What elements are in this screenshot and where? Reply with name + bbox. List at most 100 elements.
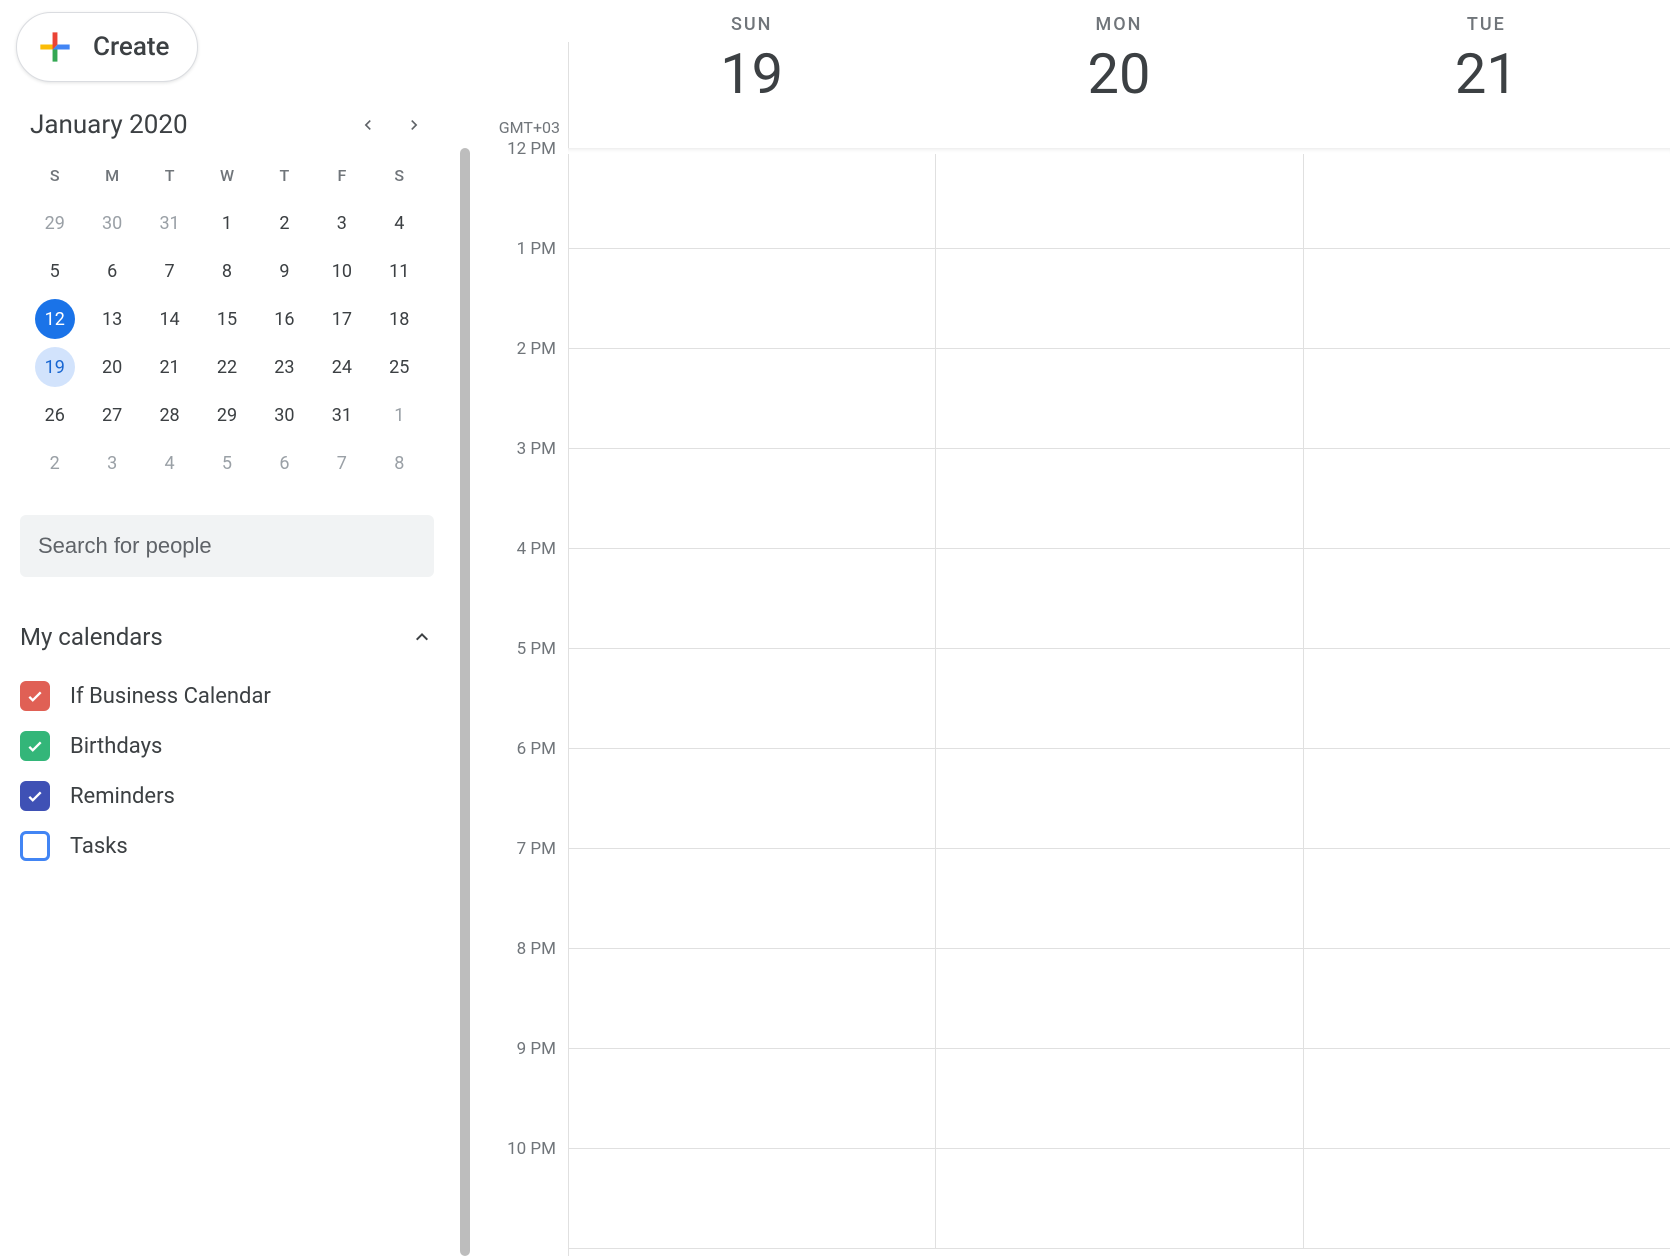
grid-cell[interactable]: [568, 749, 935, 848]
mini-cal-day[interactable]: 20: [83, 343, 140, 391]
grid-cell[interactable]: [568, 349, 935, 448]
grid-cell[interactable]: [1303, 1149, 1670, 1248]
grid-cell[interactable]: [935, 1049, 1302, 1148]
hour-row[interactable]: 9 PM: [568, 1049, 1670, 1149]
mini-cal-day[interactable]: 12: [26, 295, 83, 343]
grid-cell[interactable]: [935, 1149, 1302, 1248]
mini-cal-day[interactable]: 31: [313, 391, 370, 439]
next-month-button[interactable]: [400, 111, 428, 139]
grid-cell[interactable]: [1303, 1049, 1670, 1148]
mini-cal-day[interactable]: 25: [371, 343, 428, 391]
calendar-checkbox[interactable]: [20, 681, 50, 711]
grid-cell[interactable]: [935, 349, 1302, 448]
grid-cell[interactable]: [1303, 349, 1670, 448]
mini-cal-day[interactable]: 24: [313, 343, 370, 391]
mini-cal-day[interactable]: 16: [256, 295, 313, 343]
mini-cal-day[interactable]: 15: [198, 295, 255, 343]
grid-cell[interactable]: [1303, 449, 1670, 548]
mini-cal-day[interactable]: 2: [26, 439, 83, 487]
mini-cal-day[interactable]: 3: [313, 199, 370, 247]
mini-cal-day[interactable]: 7: [141, 247, 198, 295]
grid-cell[interactable]: [1303, 249, 1670, 348]
grid-cell[interactable]: [935, 649, 1302, 748]
search-people-box[interactable]: [20, 515, 434, 577]
hour-row[interactable]: 8 PM: [568, 949, 1670, 1049]
calendar-item[interactable]: Tasks: [20, 821, 434, 871]
day-column-header[interactable]: SUN19: [568, 0, 935, 148]
hour-row[interactable]: 4 PM: [568, 549, 1670, 649]
mini-cal-day[interactable]: 30: [83, 199, 140, 247]
mini-cal-day[interactable]: 17: [313, 295, 370, 343]
grid-cell[interactable]: [568, 949, 935, 1048]
hour-row[interactable]: 5 PM: [568, 649, 1670, 749]
grid-cell[interactable]: [935, 549, 1302, 648]
hour-row[interactable]: 6 PM: [568, 749, 1670, 849]
mini-cal-day[interactable]: 9: [256, 247, 313, 295]
hour-row[interactable]: 2 PM: [568, 349, 1670, 449]
create-button[interactable]: Create: [16, 12, 198, 82]
mini-cal-day[interactable]: 6: [83, 247, 140, 295]
scrollbar[interactable]: [460, 148, 470, 1256]
prev-month-button[interactable]: [354, 111, 382, 139]
grid-cell[interactable]: [1303, 149, 1670, 248]
mini-cal-day[interactable]: 5: [198, 439, 255, 487]
mini-cal-day[interactable]: 28: [141, 391, 198, 439]
mini-cal-day[interactable]: 29: [198, 391, 255, 439]
mini-cal-day[interactable]: 26: [26, 391, 83, 439]
grid-cell[interactable]: [935, 149, 1302, 248]
my-calendars-toggle[interactable]: My calendars: [20, 623, 434, 651]
mini-cal-day[interactable]: 8: [371, 439, 428, 487]
mini-cal-day[interactable]: 5: [26, 247, 83, 295]
calendar-checkbox[interactable]: [20, 831, 50, 861]
grid-cell[interactable]: [1303, 949, 1670, 1048]
grid-cell[interactable]: [568, 649, 935, 748]
mini-cal-day[interactable]: 8: [198, 247, 255, 295]
mini-cal-day[interactable]: 3: [83, 439, 140, 487]
grid-cell[interactable]: [935, 449, 1302, 548]
mini-cal-day[interactable]: 30: [256, 391, 313, 439]
day-column-header[interactable]: MON20: [935, 0, 1302, 148]
hour-row[interactable]: 7 PM: [568, 849, 1670, 949]
grid-cell[interactable]: [568, 149, 935, 248]
mini-cal-day[interactable]: 4: [371, 199, 428, 247]
mini-cal-day[interactable]: 13: [83, 295, 140, 343]
grid-cell[interactable]: [568, 249, 935, 348]
hour-grid[interactable]: 12 PM1 PM2 PM3 PM4 PM5 PM6 PM7 PM8 PM9 P…: [568, 148, 1670, 1256]
grid-cell[interactable]: [568, 1149, 935, 1248]
grid-cell[interactable]: [568, 1049, 935, 1148]
mini-cal-day[interactable]: 1: [371, 391, 428, 439]
mini-cal-day[interactable]: 4: [141, 439, 198, 487]
mini-cal-day[interactable]: 11: [371, 247, 428, 295]
grid-cell[interactable]: [1303, 649, 1670, 748]
day-column-header[interactable]: TUE21: [1303, 0, 1670, 148]
grid-cell[interactable]: [935, 849, 1302, 948]
calendar-checkbox[interactable]: [20, 731, 50, 761]
calendar-item[interactable]: If Business Calendar: [20, 671, 434, 721]
mini-cal-day[interactable]: 18: [371, 295, 428, 343]
mini-cal-day[interactable]: 6: [256, 439, 313, 487]
mini-cal-day[interactable]: 1: [198, 199, 255, 247]
grid-cell[interactable]: [568, 849, 935, 948]
calendar-item[interactable]: Reminders: [20, 771, 434, 821]
mini-cal-day[interactable]: 19: [26, 343, 83, 391]
mini-cal-day[interactable]: 23: [256, 343, 313, 391]
grid-cell[interactable]: [935, 949, 1302, 1048]
mini-cal-day[interactable]: 31: [141, 199, 198, 247]
mini-cal-day[interactable]: 10: [313, 247, 370, 295]
hour-row[interactable]: 10 PM: [568, 1149, 1670, 1249]
calendar-checkbox[interactable]: [20, 781, 50, 811]
grid-cell[interactable]: [1303, 749, 1670, 848]
mini-cal-day[interactable]: 27: [83, 391, 140, 439]
grid-cell[interactable]: [935, 749, 1302, 848]
grid-cell[interactable]: [1303, 549, 1670, 648]
mini-cal-day[interactable]: 21: [141, 343, 198, 391]
grid-cell[interactable]: [568, 449, 935, 548]
mini-cal-day[interactable]: 14: [141, 295, 198, 343]
mini-cal-day[interactable]: 2: [256, 199, 313, 247]
mini-cal-day[interactable]: 22: [198, 343, 255, 391]
hour-row[interactable]: 12 PM: [568, 149, 1670, 249]
hour-row[interactable]: 3 PM: [568, 449, 1670, 549]
grid-cell[interactable]: [568, 549, 935, 648]
mini-cal-day[interactable]: 29: [26, 199, 83, 247]
calendar-item[interactable]: Birthdays: [20, 721, 434, 771]
